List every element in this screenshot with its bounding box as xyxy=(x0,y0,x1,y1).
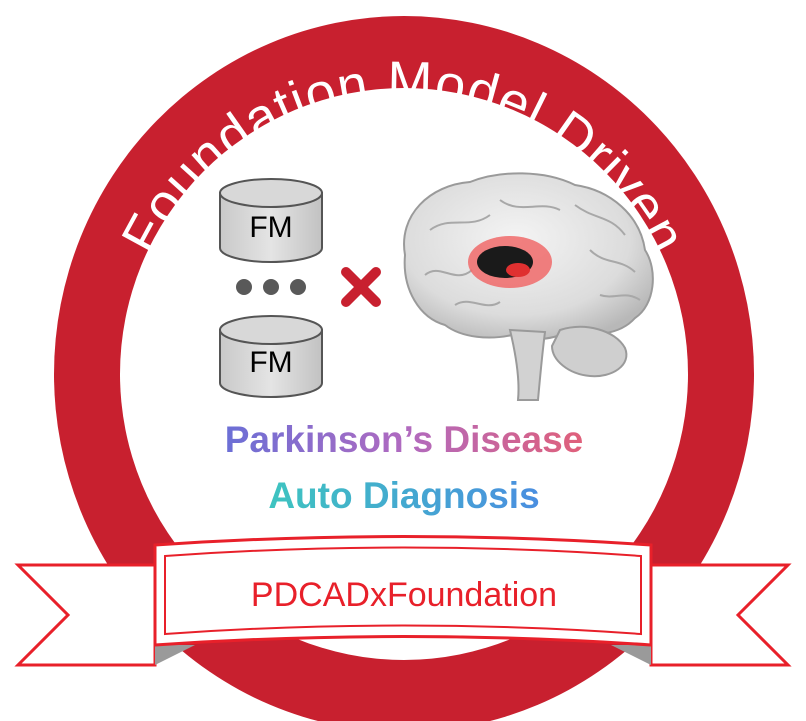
banner-label: PDCADxFoundation xyxy=(251,576,557,614)
fm-label: FM xyxy=(249,346,292,379)
ellipsis-icon xyxy=(236,279,306,295)
tagline-line2: Auto Diagnosis xyxy=(268,475,539,516)
fm-label: FM xyxy=(249,211,292,244)
badge-logo: Foundation Model Driven FM FM Parkinson’… xyxy=(14,16,792,721)
database-icon: FM xyxy=(219,178,323,263)
database-icon: FM xyxy=(219,315,323,398)
tagline-line1: Parkinson’s Disease xyxy=(225,419,584,460)
